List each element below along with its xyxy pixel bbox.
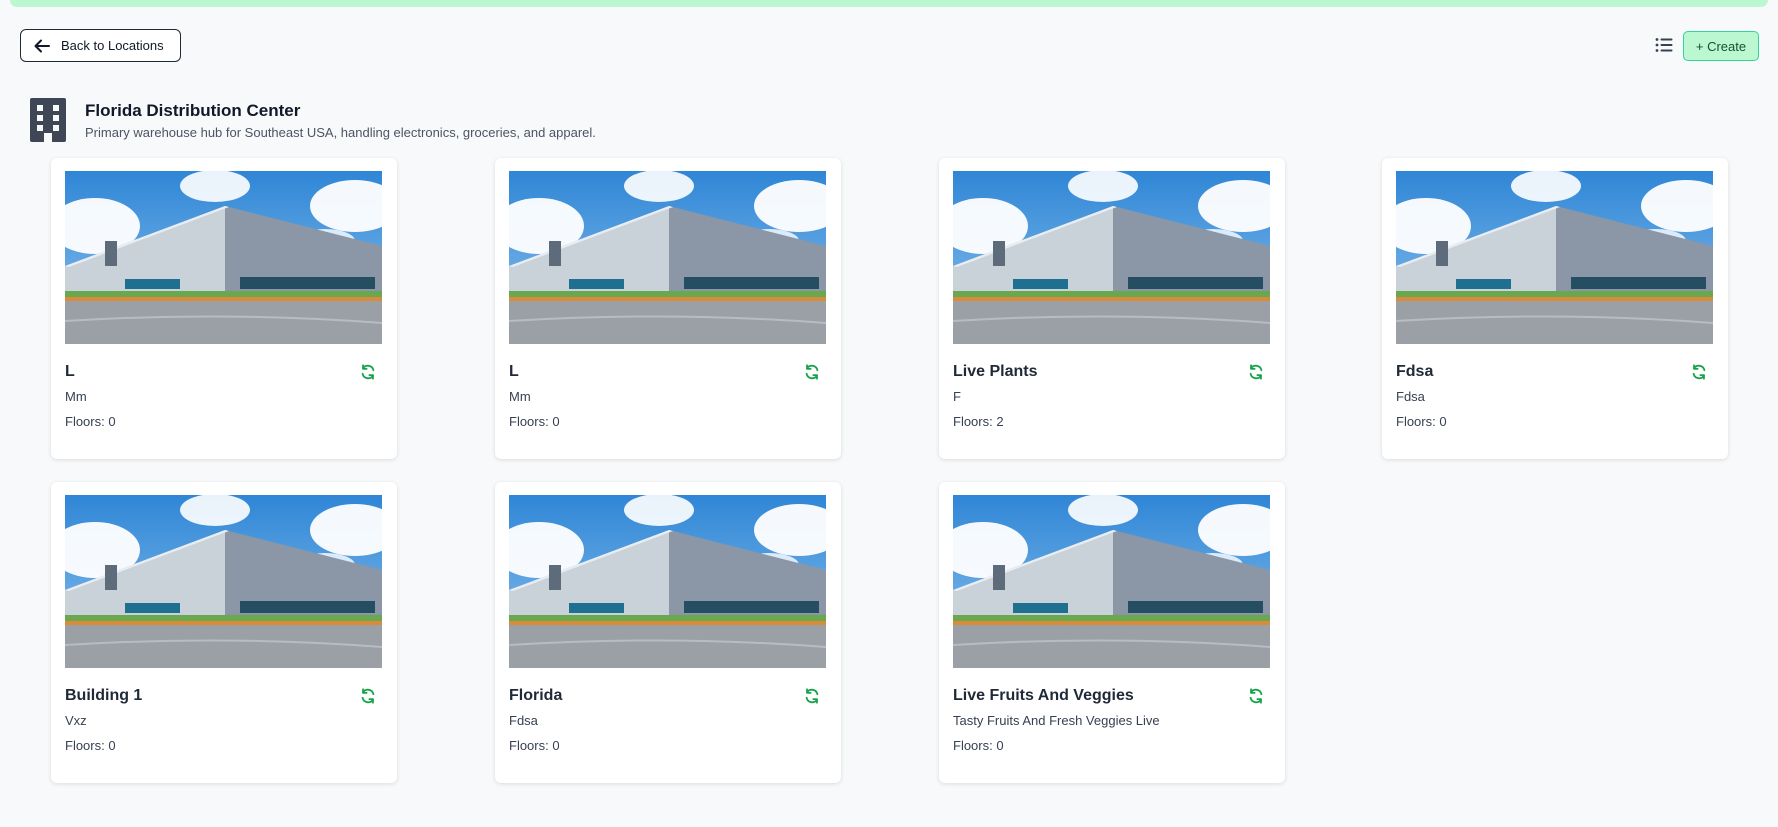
building-image (509, 495, 826, 668)
building-name: L (65, 363, 75, 380)
building-name: Building 1 (65, 687, 143, 704)
location-title: Florida Distribution Center (85, 101, 301, 120)
building-subtitle: Mm (65, 389, 87, 404)
building-card[interactable]: Building 1 Vxz Floors: 0 (51, 482, 397, 783)
sync-icon[interactable] (359, 363, 377, 381)
list-view-icon[interactable] (1655, 37, 1673, 53)
sync-icon[interactable] (1247, 687, 1265, 705)
building-floors: Floors: 0 (509, 414, 560, 429)
sync-icon[interactable] (803, 363, 821, 381)
building-name: Live Fruits And Veggies (953, 687, 1134, 704)
building-image (1396, 171, 1713, 344)
success-banner (10, 0, 1768, 7)
sync-icon[interactable] (1247, 363, 1265, 381)
building-card[interactable]: L Mm Floors: 0 (495, 158, 841, 459)
building-card[interactable]: Fdsa Fdsa Floors: 0 (1382, 158, 1728, 459)
building-image (953, 171, 1270, 344)
building-card[interactable]: Live Fruits And Veggies Tasty Fruits And… (939, 482, 1285, 783)
building-subtitle: Mm (509, 389, 531, 404)
building-card[interactable]: Florida Fdsa Floors: 0 (495, 482, 841, 783)
building-card[interactable]: L Mm Floors: 0 (51, 158, 397, 459)
building-icon (30, 98, 66, 142)
create-button[interactable]: + Create (1683, 31, 1759, 61)
building-name: L (509, 363, 519, 380)
building-subtitle: Fdsa (1396, 389, 1425, 404)
building-subtitle: Vxz (65, 713, 87, 728)
building-name: Fdsa (1396, 363, 1434, 380)
building-name: Florida (509, 687, 563, 704)
building-image (509, 171, 826, 344)
arrow-left-icon (34, 39, 50, 52)
building-subtitle: F (953, 389, 961, 404)
building-image (65, 171, 382, 344)
location-description: Primary warehouse hub for Southeast USA,… (85, 125, 596, 140)
building-card[interactable]: Live Plants F Floors: 2 (939, 158, 1285, 459)
sync-icon[interactable] (359, 687, 377, 705)
building-image (953, 495, 1270, 668)
back-to-locations-button[interactable]: Back to Locations (20, 29, 181, 62)
sync-icon[interactable] (1690, 363, 1708, 381)
building-subtitle: Fdsa (509, 713, 538, 728)
building-floors: Floors: 0 (65, 738, 116, 753)
building-image (65, 495, 382, 668)
back-button-label: Back to Locations (61, 38, 164, 53)
building-floors: Floors: 0 (953, 738, 1004, 753)
sync-icon[interactable] (803, 687, 821, 705)
building-subtitle: Tasty Fruits And Fresh Veggies Live (953, 713, 1160, 728)
building-floors: Floors: 0 (509, 738, 560, 753)
building-floors: Floors: 0 (65, 414, 116, 429)
building-floors: Floors: 0 (1396, 414, 1447, 429)
building-floors: Floors: 2 (953, 414, 1004, 429)
building-name: Live Plants (953, 363, 1038, 380)
